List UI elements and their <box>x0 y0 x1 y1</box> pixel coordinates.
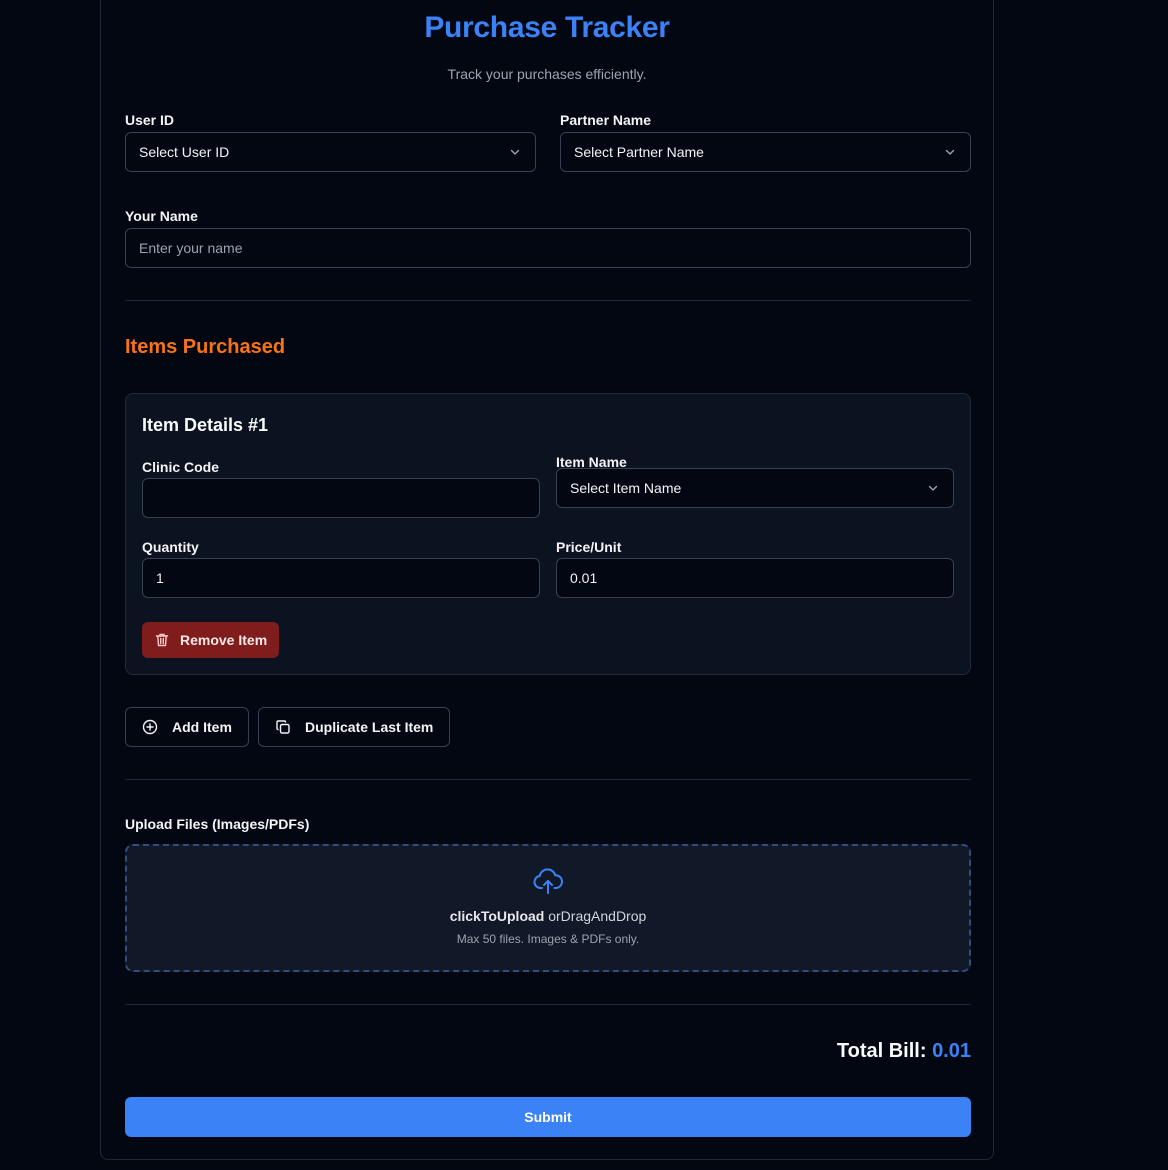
divider <box>125 779 971 780</box>
click-to-upload-link[interactable]: clickToUpload <box>450 908 545 924</box>
user-id-label: User ID <box>125 112 175 128</box>
copy-icon <box>275 719 291 735</box>
partner-name-label: Partner Name <box>560 112 652 128</box>
price-unit-input[interactable]: 0.01 <box>556 558 954 598</box>
page-title: Purchase Tracker <box>424 11 670 44</box>
your-name-label: Your Name <box>125 208 198 224</box>
remove-item-button[interactable]: Remove Item <box>142 622 280 658</box>
upload-instructions: clickToUpload orDragAndDrop <box>127 908 969 924</box>
partner-name-select[interactable]: Select Partner Name <box>560 132 971 172</box>
your-name-placeholder: Enter your name <box>139 240 243 256</box>
item-card: Item Details #1 Clinic Code Item Name Se… <box>125 393 971 675</box>
add-item-button[interactable]: Add Item <box>125 707 249 747</box>
submit-button[interactable]: Submit <box>125 1097 971 1137</box>
chevron-down-icon <box>943 145 957 159</box>
quantity-input[interactable]: 1 <box>142 558 540 598</box>
your-name-input[interactable]: Enter your name <box>125 228 971 268</box>
plus-circle-icon <box>142 719 158 735</box>
purchase-tracker-card: Purchase Tracker Track your purchases ef… <box>100 0 994 1160</box>
item-name-select[interactable]: Select Item Name <box>556 468 954 508</box>
user-id-select-value: Select User ID <box>139 144 230 160</box>
duplicate-last-item-button[interactable]: Duplicate Last Item <box>258 707 451 747</box>
upload-hint: Max 50 files. Images & PDFs only. <box>456 932 640 946</box>
divider <box>125 300 971 301</box>
trash-icon <box>154 632 170 648</box>
price-unit-label: Price/Unit <box>556 539 622 555</box>
item-details-title: Item Details #1 <box>142 415 269 435</box>
clinic-code-input[interactable] <box>142 478 540 518</box>
item-name-select-value: Select Item Name <box>570 480 682 496</box>
page-subtitle: Track your purchases efficiently. <box>447 66 647 82</box>
price-unit-value: 0.01 <box>570 570 598 586</box>
quantity-label: Quantity <box>142 539 199 555</box>
total-bill-value: 0.01 <box>932 1040 971 1062</box>
upload-files-label: Upload Files (Images/PDFs) <box>125 816 310 832</box>
partner-name-select-value: Select Partner Name <box>574 144 704 160</box>
divider <box>125 1004 971 1005</box>
quantity-value: 1 <box>156 570 164 586</box>
items-purchased-title: Items Purchased <box>125 336 286 358</box>
duplicate-last-item-label: Duplicate Last Item <box>305 719 434 735</box>
total-bill-label: Total Bill: <box>836 1040 927 1062</box>
file-dropzone[interactable]: clickToUpload orDragAndDrop Max 50 files… <box>125 844 971 972</box>
clinic-code-label: Clinic Code <box>142 459 220 475</box>
user-id-select[interactable]: Select User ID <box>125 132 536 172</box>
add-item-label: Add Item <box>172 719 232 735</box>
remove-item-label: Remove Item <box>180 632 268 648</box>
drag-drop-text: orDragAndDrop <box>548 908 647 924</box>
cloud-upload-icon <box>127 868 969 896</box>
chevron-down-icon <box>926 481 940 495</box>
chevron-down-icon <box>508 145 522 159</box>
total-bill: Total Bill: 0.01 <box>837 1040 971 1063</box>
